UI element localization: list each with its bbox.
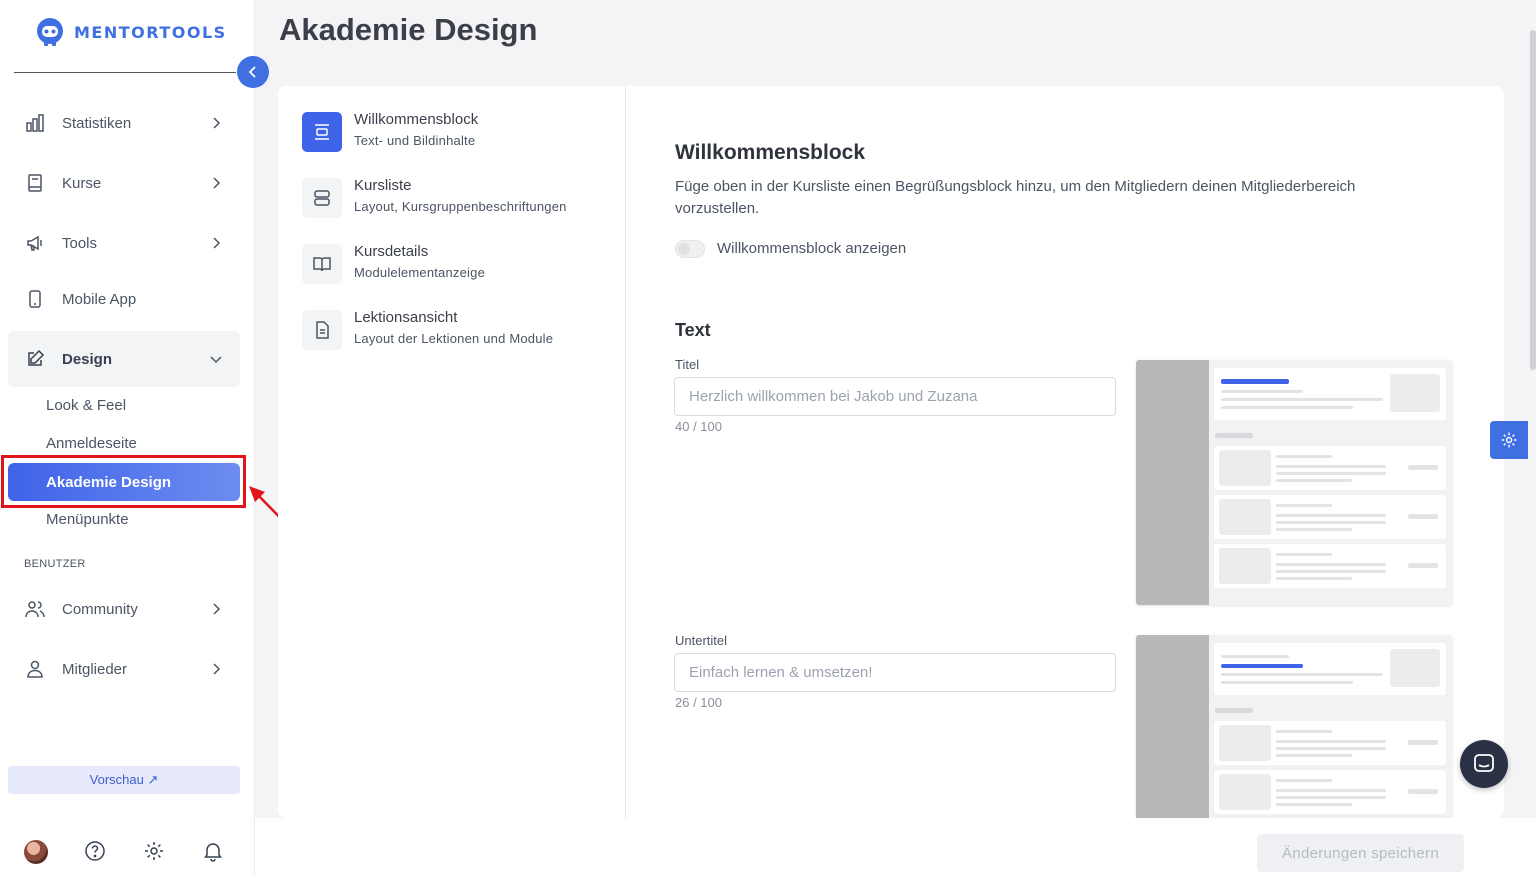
- robot-logo-icon: [37, 18, 63, 46]
- toggle-knob: [678, 243, 690, 255]
- nav-label: Statistiken: [62, 114, 132, 132]
- preview-button[interactable]: Vorschau ↗: [8, 766, 240, 794]
- nav-label: Tools: [62, 234, 98, 252]
- logo[interactable]: MENTORTOOLS: [34, 16, 227, 48]
- bell-icon[interactable]: [202, 840, 224, 862]
- chat-icon: [1474, 754, 1494, 772]
- subnav-anmeldeseite[interactable]: Anmeldeseite: [46, 435, 137, 452]
- subnav-look-feel[interactable]: Look & Feel: [46, 397, 126, 414]
- save-changes-button[interactable]: Änderungen speichern: [1257, 834, 1464, 872]
- chevron-right-icon: [213, 663, 221, 675]
- nav-item-design[interactable]: Design: [8, 331, 240, 387]
- section-title: Willkommensblock: [354, 111, 479, 128]
- user-icon: [24, 658, 46, 680]
- edit-icon: [24, 348, 46, 370]
- nav-label: Community: [62, 600, 138, 618]
- section-title: Lektionsansicht: [354, 309, 458, 326]
- collapse-sidebar-button[interactable]: [237, 56, 269, 88]
- subnav-menuepunkte[interactable]: Menüpunkte: [46, 511, 129, 528]
- chat-launcher-button[interactable]: [1460, 740, 1508, 788]
- brand-name: MENTORTOOLS: [74, 22, 227, 42]
- nav-item-community[interactable]: Community: [8, 581, 240, 637]
- chevron-right-icon: [213, 237, 221, 249]
- title-input[interactable]: [674, 377, 1116, 416]
- section-subtitle: Layout, Kursgruppenbeschriftungen: [354, 199, 567, 214]
- list-rows-icon: [302, 178, 342, 218]
- section-subtitle: Layout der Lektionen und Module: [354, 331, 554, 346]
- title-preview-image: [1136, 360, 1452, 605]
- settings-card: Willkommensblock Text- und Bildinhalte K…: [278, 86, 1504, 818]
- open-book-icon: [302, 244, 342, 284]
- subtitle-char-count: 26 / 100: [675, 695, 722, 710]
- content-description: Füge oben in der Kursliste einen Begrüßu…: [675, 178, 1356, 217]
- chevron-left-icon: [248, 66, 256, 78]
- section-title: Kursdetails: [354, 243, 429, 260]
- logo-divider: [14, 72, 236, 73]
- align-center-icon: [302, 112, 342, 152]
- sidebar-footer: [24, 840, 234, 864]
- book-icon: [24, 172, 46, 194]
- megaphone-icon: [24, 232, 46, 254]
- section-willkommensblock[interactable]: Willkommensblock Text- und Bildinhalte: [302, 110, 478, 152]
- text-section-heading: Text: [675, 320, 711, 340]
- highlight-annotation: [1, 455, 246, 508]
- avatar[interactable]: [24, 840, 48, 864]
- section-title: Kursliste: [354, 177, 412, 194]
- section-lektionsansicht[interactable]: Lektionsansicht Layout der Lektionen und…: [302, 308, 553, 350]
- document-icon: [302, 310, 342, 350]
- help-icon[interactable]: [84, 840, 106, 862]
- subtitle-preview-image: [1136, 635, 1452, 818]
- title-label: Titel: [675, 357, 700, 372]
- nav-item-statistiken[interactable]: Statistiken: [8, 95, 240, 151]
- section-kursdetails[interactable]: Kursdetails Modulelementanzeige: [302, 242, 485, 284]
- chevron-right-icon: [213, 117, 221, 129]
- scrollbar[interactable]: [1530, 30, 1536, 370]
- nav-label: Mitglieder: [62, 660, 128, 678]
- nav-item-kurse[interactable]: Kurse: [8, 155, 240, 211]
- chevron-right-icon: [213, 177, 221, 189]
- nav-item-mobile-app[interactable]: Mobile App: [8, 271, 240, 327]
- section-kursliste[interactable]: Kursliste Layout, Kursgruppenbeschriftun…: [302, 176, 567, 218]
- section-subtitle: Modulelementanzeige: [354, 265, 485, 280]
- gear-icon: [1501, 432, 1517, 448]
- nav-item-tools[interactable]: Tools: [8, 215, 240, 271]
- content-title: Willkommensblock: [675, 141, 866, 164]
- bar-chart-icon: [24, 112, 46, 134]
- section-subtitle: Text- und Bildinhalte: [354, 133, 476, 148]
- nav-label: Design: [62, 350, 113, 368]
- sidebar: MENTORTOOLS Statistiken Kurse Tools Mobi…: [0, 0, 255, 876]
- title-char-count: 40 / 100: [675, 419, 722, 434]
- mobile-icon: [24, 288, 46, 310]
- show-welcome-toggle[interactable]: [675, 240, 705, 258]
- chevron-right-icon: [213, 603, 221, 615]
- users-icon: [24, 598, 46, 620]
- page-title: Akademie Design: [279, 12, 538, 47]
- floating-settings-button[interactable]: [1490, 421, 1528, 459]
- toggle-label: Willkommensblock anzeigen: [717, 240, 907, 257]
- gear-icon[interactable]: [143, 840, 165, 862]
- subtitle-input[interactable]: [674, 653, 1116, 692]
- subtitle-label: Untertitel: [675, 633, 728, 648]
- nav-item-mitglieder[interactable]: Mitglieder: [8, 641, 240, 697]
- nav-label: Kurse: [62, 174, 102, 192]
- card-divider: [625, 86, 626, 818]
- chevron-down-icon: [210, 356, 222, 364]
- nav-label: Mobile App: [62, 290, 137, 308]
- section-label-benutzer: BENUTZER: [24, 558, 86, 570]
